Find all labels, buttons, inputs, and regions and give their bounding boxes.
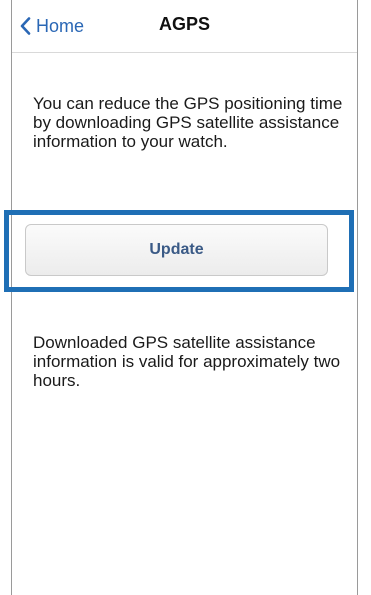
update-button[interactable]: Update xyxy=(25,224,328,276)
app-screen: Home AGPS You can reduce the GPS positio… xyxy=(11,0,358,595)
intro-text: You can reduce the GPS positioning time … xyxy=(33,94,343,151)
validity-note: Downloaded GPS satellite assistance info… xyxy=(33,333,341,390)
navigation-bar: Home AGPS xyxy=(12,0,357,53)
page-title: AGPS xyxy=(158,14,210,34)
